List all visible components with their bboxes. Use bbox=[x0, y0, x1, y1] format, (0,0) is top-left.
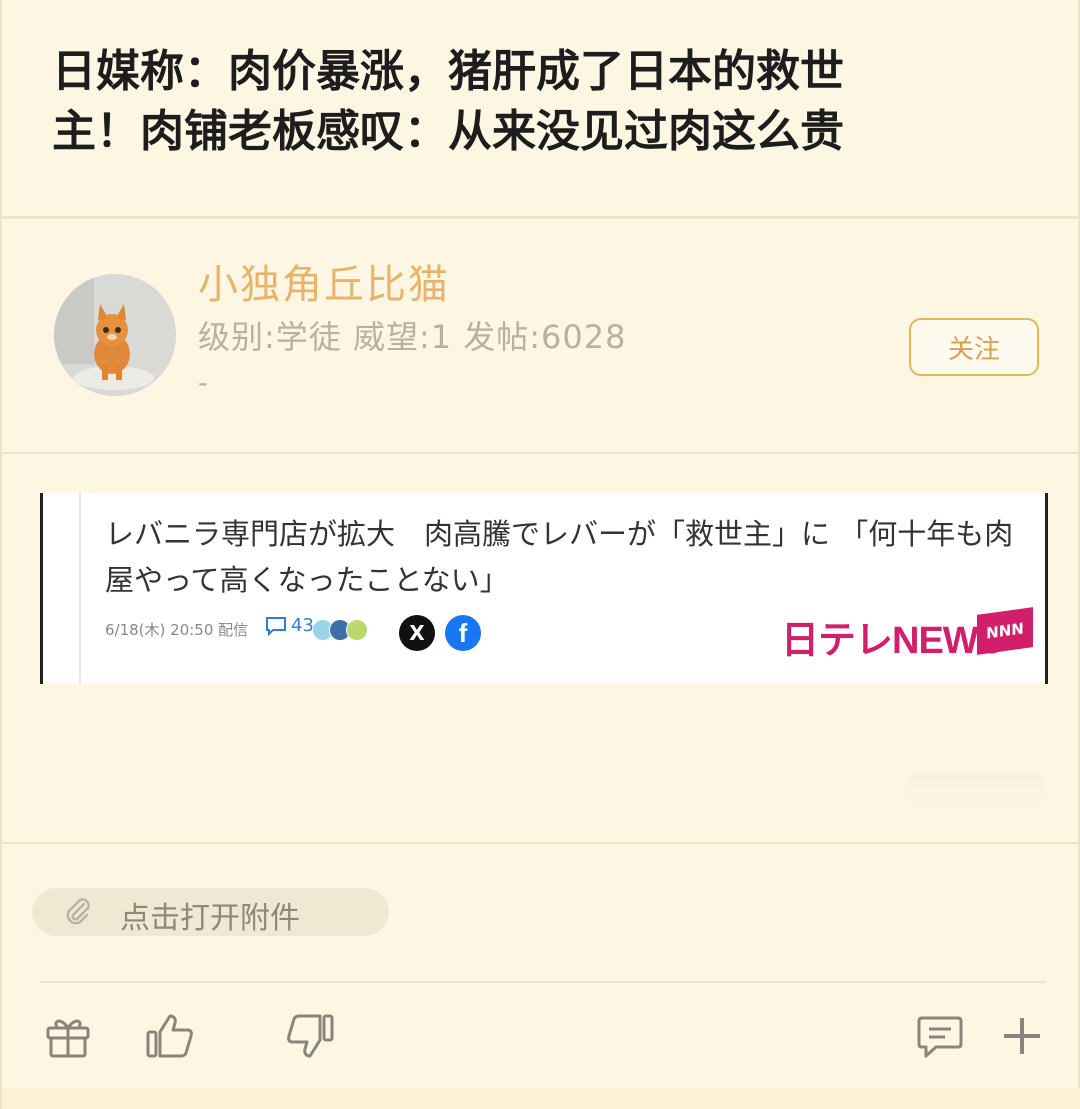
author-name[interactable]: 小独角丘比猫 bbox=[198, 252, 450, 310]
divider bbox=[2, 216, 1080, 219]
comment-bubble-icon bbox=[266, 616, 286, 636]
post-title: 日媒称：肉价暴涨，猪肝成了日本的救世 主！肉铺老板感叹：从来没见过肉这么贵 bbox=[52, 42, 1012, 162]
author-meta: 级别:学徒 威望:1 发帖:6028 bbox=[198, 318, 627, 356]
post-page: 日媒称：肉价暴涨，猪肝成了日本的救世 主！肉铺老板感叹：从来没见过肉这么贵 小独… bbox=[0, 0, 1080, 1109]
news-brand-logo: 日テレNEWS bbox=[781, 620, 1003, 662]
divider bbox=[40, 981, 1046, 983]
like-icon[interactable] bbox=[144, 1010, 196, 1062]
nnn-badge: NNN bbox=[977, 607, 1033, 655]
reaction-icons bbox=[312, 619, 368, 641]
divider bbox=[2, 842, 1080, 844]
author-signature: - bbox=[198, 366, 209, 399]
decorative-fade bbox=[910, 775, 1044, 809]
post-title-line-1: 日媒称：肉价暴涨，猪肝成了日本的救世 bbox=[52, 46, 844, 97]
embed-border bbox=[79, 493, 81, 684]
paperclip-icon bbox=[66, 898, 90, 925]
footer-strip bbox=[2, 1088, 1080, 1109]
gift-icon[interactable] bbox=[42, 1010, 94, 1062]
avatar[interactable] bbox=[54, 274, 176, 396]
dislike-icon[interactable] bbox=[284, 1010, 336, 1062]
open-attachment-label: 点击打开附件 bbox=[120, 901, 300, 936]
post-title-line-2: 主！肉铺老板感叹：从来没见过肉这么贵 bbox=[52, 106, 844, 157]
embedded-news-image[interactable]: レバニラ専門店が拡大 肉高騰でレバーが「救世主」に 「何十年も肉屋やって高くなっ… bbox=[40, 493, 1048, 684]
embed-comments: 43 bbox=[265, 615, 314, 636]
x-share-icon: X bbox=[399, 615, 435, 651]
embed-comment-count: 43 bbox=[291, 615, 314, 636]
embed-headline: レバニラ専門店が拡大 肉高騰でレバーが「救世主」に 「何十年も肉屋やって高くなっ… bbox=[105, 517, 1014, 597]
follow-button[interactable]: 关注 bbox=[909, 318, 1039, 376]
plus-icon[interactable] bbox=[996, 1010, 1048, 1062]
facebook-share-icon: f bbox=[445, 615, 481, 651]
divider bbox=[2, 452, 1080, 454]
comment-icon[interactable] bbox=[914, 1010, 966, 1062]
reaction-icon bbox=[346, 619, 368, 641]
embed-date: 6/18(木) 20:50 配信 bbox=[105, 621, 249, 639]
open-attachment-button[interactable]: 点击打开附件 bbox=[32, 888, 389, 936]
